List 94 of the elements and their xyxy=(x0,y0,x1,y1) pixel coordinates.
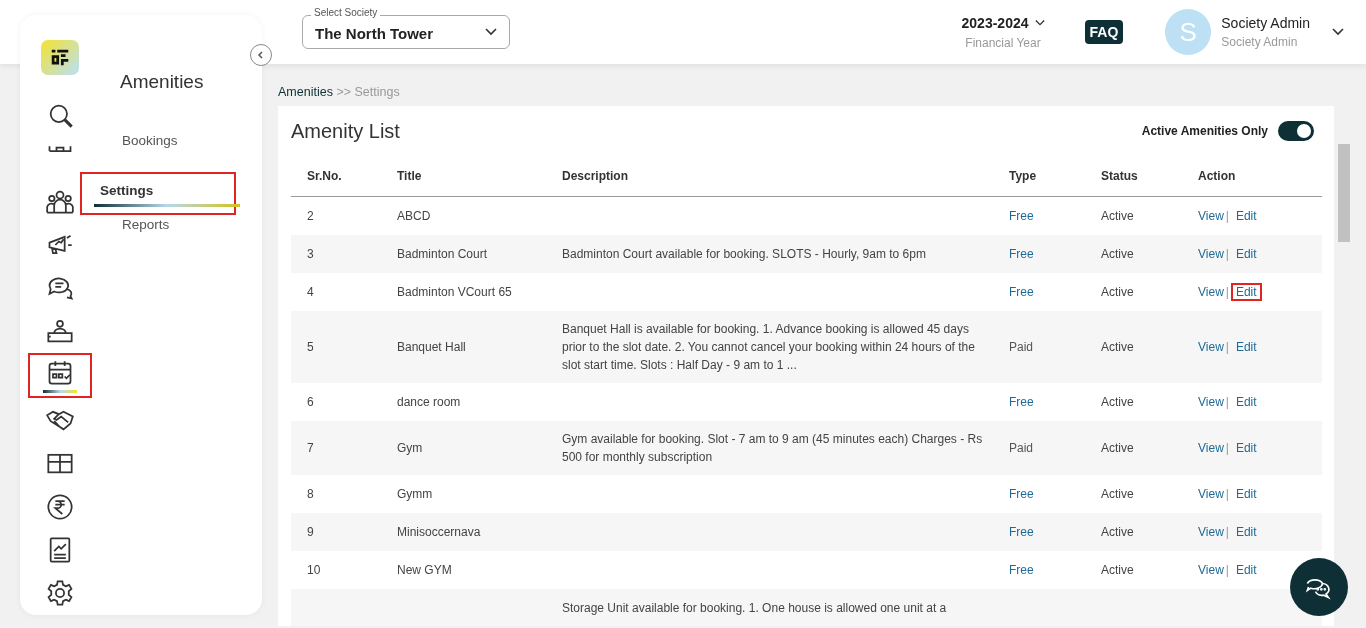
table-cell: 3 xyxy=(307,247,314,261)
breadcrumb-link[interactable]: Amenities xyxy=(278,85,333,99)
table-cell: Active xyxy=(1101,525,1134,539)
edit-link[interactable]: Edit xyxy=(1230,439,1262,457)
column-header: Title xyxy=(381,156,546,197)
table-cell: Storage Unit available for booking. 1. One house is allowed one unit at a xyxy=(562,601,947,615)
link-separator: | xyxy=(1225,209,1229,223)
table-cell: Active xyxy=(1101,487,1134,501)
view-link[interactable]: View xyxy=(1198,525,1224,539)
table-cell: Gymm xyxy=(397,487,433,501)
table-cell: Banquet Hall is available for booking. 1. Advance booking is allowed 45 days prior to the slot date. 2. You cannot cancel your booking within 24 hours of the slot start time. Slots : Half Day - 9 am to 1 ... xyxy=(562,322,975,372)
edit-link[interactable]: Edit xyxy=(1230,485,1262,503)
table-cell: Active xyxy=(1101,441,1134,455)
edit-link[interactable]: Edit xyxy=(1230,245,1262,263)
edit-link[interactable]: Edit xyxy=(1230,283,1262,301)
link-separator: | xyxy=(1225,285,1229,299)
table-cell: Free xyxy=(1009,395,1034,409)
table-cell: Minisoccernava xyxy=(397,525,481,539)
table-cell: Gym available for booking. Slot - 7 am to 9 am (45 minutes each) Charges - Rs 500 for monthly subscription xyxy=(562,432,983,464)
section-title: Amenities xyxy=(120,71,205,93)
edit-link[interactable]: Edit xyxy=(1230,561,1262,579)
link-separator: | xyxy=(1225,525,1229,539)
column-header: Action xyxy=(1182,156,1322,197)
table-cell: Free xyxy=(1009,525,1034,539)
table-cell: Paid xyxy=(1009,441,1034,455)
table-cell: Banquet Hall xyxy=(397,340,466,354)
table-cell: 9 xyxy=(307,525,314,539)
view-link[interactable]: View xyxy=(1198,247,1224,261)
table-cell: Active xyxy=(1101,563,1134,577)
table-cell: 4 xyxy=(307,285,314,299)
table-cell: Active xyxy=(1101,340,1134,354)
table-cell: Active xyxy=(1101,395,1134,409)
table-cell: Gym xyxy=(397,441,423,455)
view-link[interactable]: View xyxy=(1198,285,1224,299)
table-cell: Free xyxy=(1009,563,1034,577)
link-separator: | xyxy=(1225,395,1229,409)
calendar-nav-icon[interactable] xyxy=(28,353,92,399)
breadcrumb-current: Settings xyxy=(354,85,400,99)
table-cell: 6 xyxy=(307,395,314,409)
table-cell: Free xyxy=(1009,285,1034,299)
table-cell: ABCD xyxy=(397,209,431,223)
toggle-label: Active Amenities Only xyxy=(1141,124,1268,138)
user-role: Society Admin xyxy=(1221,35,1299,49)
link-separator: | xyxy=(1225,247,1229,261)
faq-button[interactable]: FAQ xyxy=(1084,20,1124,44)
table-cell: Paid xyxy=(1009,340,1034,354)
column-header: Description xyxy=(546,156,993,197)
link-separator: | xyxy=(1225,487,1229,501)
table-cell: 10 xyxy=(307,563,321,577)
view-link[interactable]: View xyxy=(1198,441,1224,455)
edit-link[interactable]: Edit xyxy=(1230,338,1262,356)
submenu-item[interactable]: Reports xyxy=(100,215,254,256)
chevron-left-icon xyxy=(256,50,266,60)
card-title: Amenity List xyxy=(291,119,400,143)
table-cell: Badminton Court available for booking. SLOTS - Hourly, 9am to 6pm xyxy=(562,247,926,261)
table-cell: dance room xyxy=(397,395,461,409)
edit-link[interactable]: Edit xyxy=(1230,393,1262,411)
view-link[interactable]: View xyxy=(1198,487,1224,501)
column-header: Status xyxy=(1085,156,1182,197)
table-cell: Free xyxy=(1009,209,1034,223)
table-cell: 2 xyxy=(307,209,314,223)
chevron-down-icon xyxy=(485,28,497,36)
table-cell: Active xyxy=(1101,209,1134,223)
table-cell: Badminton VCourt 65 xyxy=(397,285,512,299)
edit-link[interactable]: Edit xyxy=(1230,523,1262,541)
user-name: Society Admin xyxy=(1221,15,1310,31)
table-cell: Active xyxy=(1101,285,1134,299)
table-cell: Active xyxy=(1101,247,1134,261)
year-select[interactable]: 2023-2024 xyxy=(961,14,1045,31)
chevron-down-icon xyxy=(1034,18,1045,27)
chevron-down-icon[interactable] xyxy=(1332,28,1344,36)
table-cell: Free xyxy=(1009,247,1034,261)
table-cell: Badminton Court xyxy=(397,247,488,261)
breadcrumb-separator: >> xyxy=(336,85,351,99)
column-header: Type xyxy=(993,156,1085,197)
year-caption: Financial Year xyxy=(965,35,1041,50)
app-logo-icon[interactable] xyxy=(41,40,79,76)
edit-link[interactable]: Edit xyxy=(1230,207,1262,225)
view-link[interactable]: View xyxy=(1198,563,1224,577)
active-only-toggle[interactable] xyxy=(1278,121,1314,141)
view-link[interactable]: View xyxy=(1198,395,1224,409)
link-separator: | xyxy=(1225,563,1229,577)
table-cell: Free xyxy=(1009,487,1034,501)
view-link[interactable]: View xyxy=(1198,209,1224,223)
link-separator: | xyxy=(1225,340,1229,354)
view-link[interactable]: View xyxy=(1198,340,1224,354)
column-header: Sr.No. xyxy=(291,156,381,197)
field-label: Select Society xyxy=(311,7,381,18)
link-separator: | xyxy=(1225,441,1229,455)
submenu-item[interactable]: Bookings xyxy=(100,131,254,172)
table-cell: 8 xyxy=(307,487,314,501)
table-cell: 5 xyxy=(307,340,314,354)
table-cell: New GYM xyxy=(397,563,452,577)
table-cell: 7 xyxy=(307,441,314,455)
